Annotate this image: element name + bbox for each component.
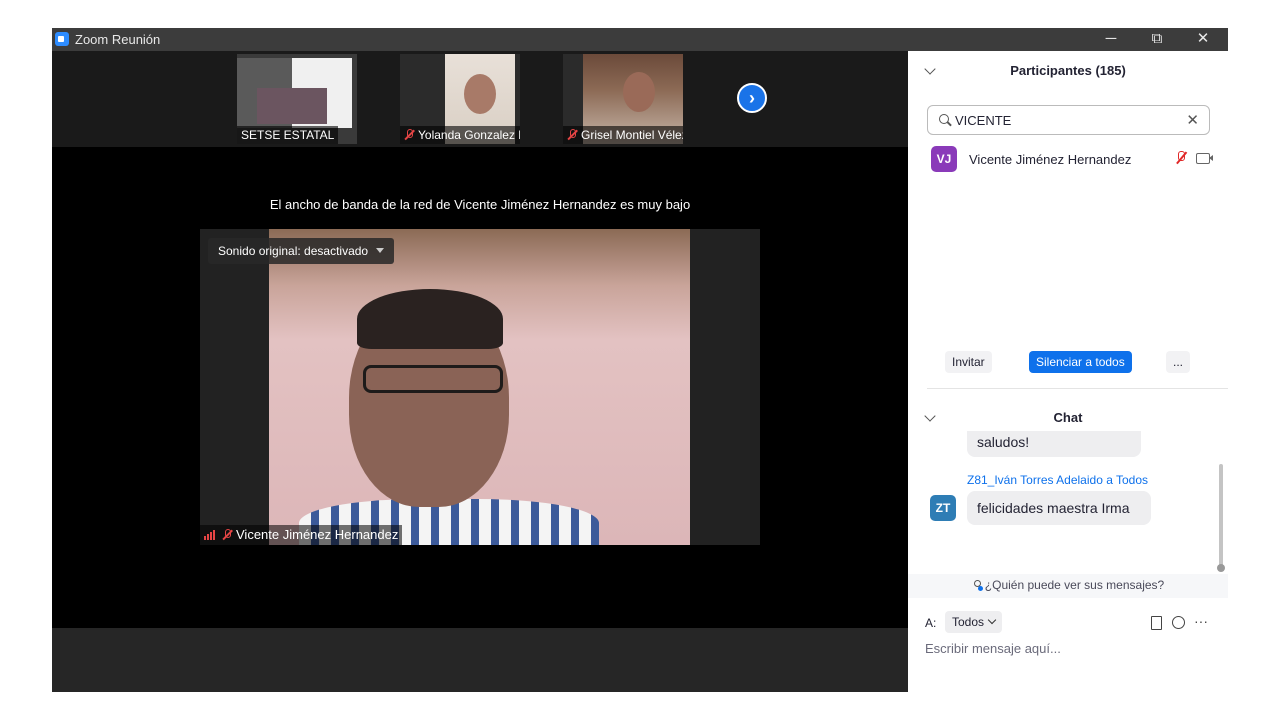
more-icon[interactable]: ··· [1194, 613, 1208, 629]
file-icon[interactable] [1151, 616, 1162, 630]
meeting-controls-bar [52, 628, 908, 692]
emoji-icon[interactable] [1172, 616, 1185, 629]
section-divider [927, 388, 1228, 389]
mic-muted-icon [567, 129, 577, 140]
speaker-video-frame [269, 229, 690, 545]
thumbnail-label: SETSE ESTATAL [237, 126, 339, 144]
chevron-down-icon [987, 615, 997, 625]
scroll-thumb[interactable] [1217, 564, 1225, 572]
window-title: Zoom Reunión [75, 32, 161, 47]
bandwidth-notice: El ancho de banda de la red de Vicente J… [269, 197, 691, 212]
inner-video-preview [257, 88, 327, 124]
thumbnail-label: Yolanda Gonzalez R [400, 126, 520, 144]
clear-search-icon[interactable]: ✕ [1186, 111, 1199, 129]
title-bar: Zoom Reunión ─ ⧉ ✕ [52, 28, 1228, 51]
mute-all-button[interactable]: Silenciar a todos [1029, 351, 1132, 373]
caret-down-icon [376, 248, 385, 253]
thumbnail-setse-estatal[interactable]: SETSE ESTATAL [237, 54, 357, 144]
avatar: ZT [930, 495, 956, 521]
active-speaker-video[interactable]: Sonido original: desactivado Vicente Jim… [200, 229, 760, 545]
chat-bubble: saludos! [967, 431, 1141, 457]
next-page-arrow-icon[interactable]: › [737, 83, 767, 113]
mic-muted-icon[interactable] [1175, 151, 1187, 165]
more-options-button[interactable]: ... [1166, 351, 1191, 373]
participant-search-input[interactable]: VICENTE ✕ [927, 105, 1210, 135]
thumbnail-yolanda[interactable]: Yolanda Gonzalez R [400, 54, 520, 144]
person-hair [357, 289, 503, 349]
recipient-dropdown[interactable]: Todos [945, 611, 1003, 633]
to-label: A: [925, 616, 937, 630]
search-icon [939, 114, 949, 124]
chat-title: Chat [1053, 410, 1083, 425]
participant-name: Vicente Jiménez Hernandez [969, 152, 1132, 167]
participant-row[interactable]: VJ Vicente Jiménez Hernandez [908, 144, 1228, 174]
minimize-button[interactable]: ─ [1088, 28, 1134, 51]
person-info-icon [972, 580, 983, 591]
video-area: SETSE ESTATAL Yolanda Gonzalez R Grisel … [52, 51, 908, 692]
participants-header: Participantes (185) [908, 51, 1228, 91]
invite-button[interactable]: Invitar [945, 351, 992, 373]
who-can-see-link[interactable]: ¿Quién puede ver sus mensajes? [908, 574, 1228, 598]
participant-face [623, 72, 655, 112]
thumbnail-label: Grisel Montiel Vélez [563, 126, 683, 144]
video-camera-icon[interactable] [1196, 153, 1213, 164]
close-button[interactable]: ✕ [1180, 28, 1226, 51]
chat-sender[interactable]: Z81_Iván Torres Adelaido a Todos [967, 473, 1148, 487]
zoom-window: Zoom Reunión ─ ⧉ ✕ SETSE ESTATAL Yolanda… [52, 28, 1228, 692]
restore-button[interactable]: ⧉ [1134, 28, 1180, 51]
participant-face [464, 74, 496, 114]
mic-muted-icon [222, 529, 233, 540]
zoom-app-icon [55, 32, 69, 46]
original-sound-dropdown[interactable]: Sonido original: desactivado [208, 238, 395, 264]
avatar: VJ [931, 146, 957, 172]
search-value: VICENTE [955, 113, 1012, 128]
side-panel: Participantes (185) VICENTE ✕ VJ Vicente… [908, 51, 1228, 692]
mic-muted-icon [404, 129, 414, 140]
chat-message-input[interactable]: Escribir mensaje aquí... [925, 641, 1061, 656]
thumbnail-grisel[interactable]: Grisel Montiel Vélez [563, 54, 683, 144]
chat-messages: saludos! Z81_Iván Torres Adelaido a Todo… [908, 431, 1228, 571]
low-signal-icon [204, 529, 218, 540]
thumbnail-strip: SETSE ESTATAL Yolanda Gonzalez R Grisel … [52, 51, 908, 147]
person-glasses [363, 365, 503, 393]
chat-scrollbar[interactable] [1219, 464, 1223, 567]
chat-bubble: felicidades maestra Irma [967, 491, 1151, 525]
speaker-label: Vicente Jiménez Hernandez [200, 525, 403, 545]
participants-title: Participantes (185) [1010, 63, 1126, 78]
chat-recipient-row: A: Todos ··· [908, 610, 1228, 636]
